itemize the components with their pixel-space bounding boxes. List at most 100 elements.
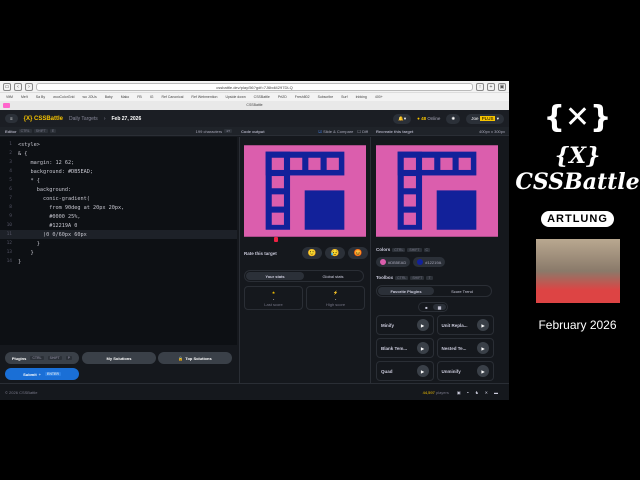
plugins-button[interactable]: Plugins CTRL SHIFT P [5,352,79,364]
bookmark-item[interactable]: Surf [341,95,347,99]
bookmark-item[interactable]: Ref Canonical [161,95,183,99]
stream-date: February 2026 [538,318,617,332]
code-line[interactable]: 3 margin: 12 62; [0,158,237,167]
bookmark-item[interactable]: Prt2D [278,95,287,99]
code-editor[interactable]: 1 <style> 2 & {3 margin: 12 62; 4 background… [0,137,237,345]
play-icon[interactable]: ▶ [416,365,429,377]
tab-your-stats[interactable]: Your stats [246,272,304,280]
small-square [403,176,416,189]
list-view-button[interactable]: ■ [420,304,433,310]
plugin-card[interactable]: Blank Tem... ▶ [376,338,434,358]
small-square [326,157,339,170]
stats-tabs: Your stats Global stats [244,270,364,282]
editor-settings[interactable]: ●▾ [224,129,232,133]
tab-favorite-plugins[interactable]: Favorite Plugins [378,287,434,295]
social-icons[interactable]: ▣◓♞✕▬ [457,390,504,395]
bookmark-item[interactable]: Baby [105,95,113,99]
slider-handle[interactable] [274,237,278,242]
code-line[interactable]: 9 #0000 25%, [0,212,237,221]
stream-overlay: {✕} {X} CSSBattle ARTLUNG February 2026 [515,100,640,332]
tab-score-trend[interactable]: Score Trend [434,287,490,295]
online-count: ● 48 Online [417,116,441,121]
bookmark-item[interactable]: 400+ [375,95,383,99]
top-solutions-button[interactable]: 🔒 Top Solutions [158,352,232,364]
rate-medium-button[interactable]: 😥 [325,247,345,259]
play-icon[interactable]: ▶ [477,342,489,354]
bookmark-item[interactable]: IG [150,95,154,99]
play-icon[interactable]: ▶ [477,319,489,331]
bookmark-item[interactable]: Fresh802 [295,95,310,99]
code-line[interactable]: 4 background: #DB5EAD; [0,167,237,176]
browser-window: ▭ ‹ › cssbattle.dev/play/56?gdf=7J6bdi42… [0,81,509,400]
play-icon[interactable]: ▶ [416,319,429,331]
small-square [271,176,284,189]
code-line[interactable]: 2 & { [0,149,237,158]
tab-cssbattle[interactable]: CSSBattle [246,103,262,107]
bookmark-item[interactable]: Mako [121,95,130,99]
submit-button[interactable]: Submit + ENTER [5,368,79,380]
pinned-tab[interactable] [3,103,10,108]
color-chip[interactable]: #DB5EAD [376,257,411,267]
notifications-button[interactable]: 🔔▾ [393,113,412,124]
user-menu[interactable]: Joe PLUS ▾ [466,113,504,124]
plugin-card[interactable]: Unit Repla... ▶ [436,315,494,335]
my-solutions-button[interactable]: My Solutions [82,352,156,364]
new-tab-icon[interactable]: + [487,82,495,91]
breadcrumb-daily-targets[interactable]: Daily Targets [69,116,98,122]
code-line[interactable]: 6 background: [0,185,237,194]
code-line[interactable]: 10 #12219A 0 [0,221,237,230]
target-size: 400px x 300px [478,128,505,134]
bookmark-item[interactable]: Inbking [356,95,367,99]
bookmark-item[interactable]: wo JOUs [83,95,97,99]
code-line[interactable]: 11 )0 0/60px 60px [0,230,237,239]
bookmark-item[interactable]: wooColorGrid [53,95,74,99]
plugin-card[interactable]: Nested Te... ▶ [436,338,494,358]
small-square [403,212,416,225]
diff-checkbox[interactable]: ☐ Diff [357,129,368,134]
tab-global-stats[interactable]: Global stats [304,272,362,280]
code-line[interactable]: 7 conic-gradient( [0,194,237,203]
player-count: 44,597 [422,389,435,395]
address-bar[interactable]: cssbattle.dev/play/56?gdf=7J6bdi4297DLQ [36,82,473,91]
code-line[interactable]: 13 } [0,248,237,257]
play-icon[interactable]: ▶ [477,365,489,377]
plugin-card[interactable]: Minify ▶ [376,315,434,335]
bookmark-item[interactable]: Me!t [21,95,28,99]
back-icon[interactable]: ‹ [14,82,22,91]
color-chip[interactable]: #12219A [413,257,446,267]
small-square [403,194,416,207]
high-score: ⚡ - High score [306,286,365,310]
grid-view-button[interactable]: ▦ [433,304,446,310]
small-square [458,157,471,170]
play-icon[interactable]: ▶ [416,342,429,354]
bookmark-item[interactable]: CSSBattle [254,95,270,99]
code-line[interactable]: 5 * { [0,176,237,185]
tabs-icon[interactable]: ▣ [498,82,506,91]
forward-icon[interactable]: › [25,82,33,91]
slide-compare-checkbox[interactable]: ☑ Slide & Compare [318,129,353,134]
share-icon[interactable]: ↑ [476,82,484,91]
sidebar-icon[interactable]: ▭ [3,82,11,91]
rate-hard-button[interactable]: 😡 [348,247,368,259]
bookmark-item[interactable]: Sa By [36,95,45,99]
bookmark-item[interactable]: Upside down [225,95,245,99]
bookmark-item[interactable]: VitM [6,95,13,99]
logo[interactable]: {X} CSSBattle [24,116,63,122]
bookmark-item[interactable]: Ref Webmention [191,95,217,99]
code-line[interactable]: 14} [0,257,237,266]
bookmark-item[interactable]: FB [137,95,141,99]
code-line[interactable]: 8 from 90deg at 20px 20px, [0,203,237,212]
theme-toggle[interactable]: ✺ [446,113,461,124]
rate-easy-button[interactable]: 🙂 [302,247,322,259]
code-line[interactable]: 1 <style> [0,140,237,149]
lock-icon: 🔒 [178,355,184,361]
plugin-card[interactable]: Unminify ▶ [436,361,494,381]
bookmarks-bar: VitM Me!t Sa By wooColorGrid wo JOUs Baby Mako… [0,93,509,101]
bookmark-item[interactable]: Subscribe [318,95,334,99]
code-output-canvas[interactable] [244,145,366,237]
plugin-card[interactable]: Quad ▶ [376,361,434,381]
cssbattle-wordmark: {X} CSSBattle [515,143,640,195]
code-line[interactable]: 12 } [0,239,237,248]
editor-label: Editor [5,128,17,134]
menu-button[interactable]: ≡ [5,114,18,123]
